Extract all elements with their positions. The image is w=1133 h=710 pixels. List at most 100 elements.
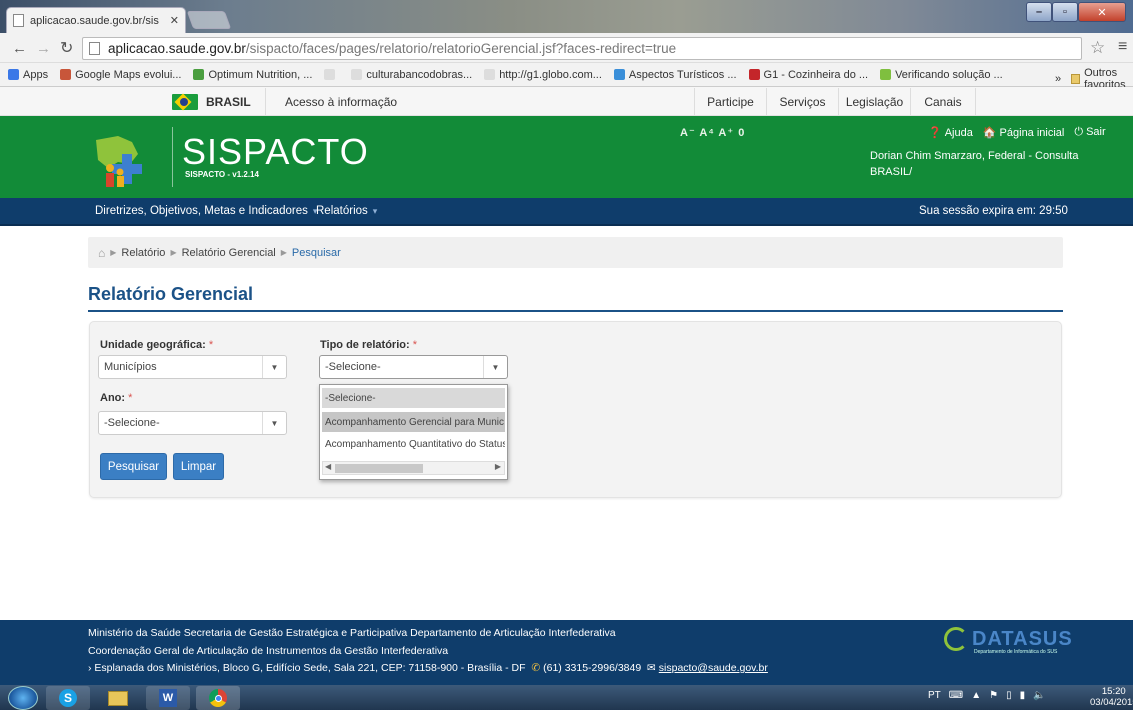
close-tab-icon[interactable]: ✕ <box>170 14 179 27</box>
caret-right-icon: ▶ <box>110 248 117 257</box>
chevron-up-icon[interactable]: ▲ <box>971 690 981 701</box>
bookmark-label: Apps <box>23 68 49 81</box>
close-window-button[interactable]: ✕ <box>1078 2 1126 22</box>
explorer-taskbar-button[interactable] <box>96 686 140 710</box>
unidade-label-text: Unidade geográfica: <box>100 339 206 351</box>
minimize-button[interactable]: – <box>1026 2 1052 22</box>
bookmark-item[interactable]: Verificando solução ... <box>880 69 1003 81</box>
mail-icon: ✉ <box>647 662 656 674</box>
bookmark-item[interactable]: http://g1.globo.com... <box>484 69 602 81</box>
volume-icon[interactable]: 🔈 <box>1033 690 1045 701</box>
datasus-icon <box>944 627 968 651</box>
sispacto-logo-icon <box>96 136 142 187</box>
bookmark-item[interactable] <box>324 69 339 80</box>
help-link[interactable]: ❓ Ajuda <box>928 126 973 139</box>
breadcrumb-current: Pesquisar <box>291 246 341 259</box>
bookmark-label: Verificando solução ... <box>895 68 1003 81</box>
system-clock[interactable]: 15:20 03/04/2015 <box>1090 686 1133 708</box>
phone-icon: ✆ <box>531 662 541 674</box>
bookmark-label: Optimum Nutrition, ... <box>208 68 313 81</box>
url-bar[interactable]: aplicacao.saude.gov.br/sispacto/faces/pa… <box>82 37 1082 60</box>
caret-left-icon[interactable]: ◀ <box>325 462 331 471</box>
required-mark: * <box>208 339 214 351</box>
bookmark-item[interactable]: Aspectos Turísticos ... <box>613 68 737 81</box>
ano-label: Ano: * <box>100 392 132 404</box>
word-icon: W <box>159 689 177 707</box>
dropdown-option[interactable]: Acompanhamento Gerencial para Munic <box>322 412 505 432</box>
keyboard-icon[interactable]: ⌨ <box>949 690 963 701</box>
tipo-label-text: Tipo de relatório: <box>320 339 410 351</box>
bookmark-item[interactable]: Google Maps evolui... <box>60 69 181 81</box>
bookmark-label: Aspectos Turísticos ... <box>628 68 737 81</box>
bookmark-item[interactable]: Optimum Nutrition, ... <box>193 69 312 81</box>
caret-down-icon[interactable]: ▼ <box>483 356 507 378</box>
header-links: ❓ Ajuda 🏠 Página inicial ⏻ Sair <box>928 126 1106 139</box>
tipo-select[interactable]: -Selecione- ▼ <box>319 355 508 379</box>
bookmark-star-icon[interactable]: ☆ <box>1090 38 1105 58</box>
scrollbar-thumb[interactable] <box>335 464 423 473</box>
chevron-double-right-icon: » <box>1055 73 1062 85</box>
gov-link-canais[interactable]: Canais <box>910 88 976 115</box>
signal-icon[interactable]: ▮ <box>1020 690 1026 701</box>
datasus-logo[interactable]: DATASUS Departamento de Informática do S… <box>944 627 1073 655</box>
bookmark-item[interactable]: Apps <box>8 69 48 81</box>
font-size-controls[interactable]: A⁻ A⁴ A⁺ 0 <box>680 126 745 139</box>
chrome-taskbar-button[interactable] <box>196 686 240 710</box>
power-status-icon[interactable]: ▯ <box>1006 690 1012 701</box>
start-button[interactable] <box>8 686 38 710</box>
language-indicator[interactable]: PT <box>928 690 941 701</box>
breadcrumb-item[interactable]: Relatório Gerencial <box>182 247 276 259</box>
flag-icon[interactable]: ⚑ <box>989 690 998 701</box>
system-tray: PT ⌨ ▲ ⚑ ▯ ▮ 🔈 <box>928 690 1046 701</box>
footer-address: Esplanada dos Ministérios, Bloco G, Edif… <box>94 662 526 674</box>
acesso-informacao-link[interactable]: Acesso à informação <box>285 95 397 109</box>
logout-label: Sair <box>1086 126 1106 138</box>
app-title[interactable]: SISPACTO <box>182 131 369 173</box>
nav-item-relatorios[interactable]: Relatórios ▾ <box>316 205 377 217</box>
chevron-right-icon: › <box>88 662 92 674</box>
skype-taskbar-button[interactable]: S <box>46 686 90 710</box>
dropdown-option[interactable]: Acompanhamento Quantitativo do Status <box>322 434 505 454</box>
gov-link-servicos[interactable]: Serviços <box>766 88 838 115</box>
word-taskbar-button[interactable]: W <box>146 686 190 710</box>
back-arrow-icon[interactable]: ← <box>12 40 27 57</box>
home-icon[interactable]: ⌂ <box>98 246 105 260</box>
required-mark: * <box>128 392 133 404</box>
bookmark-icon <box>880 69 892 80</box>
maximize-button[interactable]: ▫ <box>1052 2 1078 22</box>
footer-contact: › Esplanada dos Ministérios, Bloco G, Ed… <box>88 662 768 674</box>
bookmark-label: culturabancodobras... <box>366 68 473 81</box>
breadcrumb-item[interactable]: Relatório <box>121 247 165 259</box>
ano-label-text: Ano: <box>100 392 126 404</box>
browser-tab[interactable]: aplicacao.saude.gov.br/sis ✕ <box>6 7 186 33</box>
gov-link-participe[interactable]: Participe <box>694 88 766 115</box>
caret-down-icon[interactable]: ▼ <box>262 412 286 434</box>
brasil-link[interactable]: BRASIL <box>172 88 266 115</box>
horizontal-scrollbar[interactable]: ◀ ▶ <box>322 461 505 475</box>
dropdown-option[interactable]: -Selecione- <box>322 388 505 408</box>
gov-link-legislacao[interactable]: Legislação <box>838 88 910 115</box>
menu-icon[interactable]: ≡ <box>1118 38 1127 56</box>
bookmark-icon <box>60 69 72 80</box>
search-button[interactable]: Pesquisar <box>100 453 167 480</box>
unidade-select[interactable]: Municípios ▼ <box>98 355 287 379</box>
unidade-label: Unidade geográfica: * <box>100 339 213 351</box>
bookmark-icon <box>8 69 19 80</box>
reload-icon[interactable]: ↻ <box>60 38 73 58</box>
url-domain: aplicacao.saude.gov.br <box>108 41 246 56</box>
caret-down-icon[interactable]: ▼ <box>262 356 286 378</box>
bookmark-item[interactable]: G1 - Cozinheira do ... <box>748 69 868 81</box>
bookmark-icon <box>748 69 760 80</box>
clear-button[interactable]: Limpar <box>173 453 224 480</box>
ano-select[interactable]: -Selecione- ▼ <box>98 411 287 435</box>
home-link[interactable]: 🏠 Página inicial <box>983 126 1065 139</box>
new-tab-button[interactable] <box>186 11 232 29</box>
caret-right-icon[interactable]: ▶ <box>495 462 501 471</box>
footer-email-link[interactable]: sispacto@saude.gov.br <box>659 662 768 674</box>
logout-link[interactable]: ⏻ Sair <box>1074 126 1105 139</box>
forward-arrow-icon[interactable]: → <box>36 40 51 57</box>
nav-item-diretrizes[interactable]: Diretrizes, Objetivos, Metas e Indicador… <box>95 205 317 217</box>
title-underline <box>88 310 1063 312</box>
bookmark-item[interactable]: culturabancodobras... <box>351 69 472 81</box>
user-scope: BRASIL/ <box>870 166 913 178</box>
